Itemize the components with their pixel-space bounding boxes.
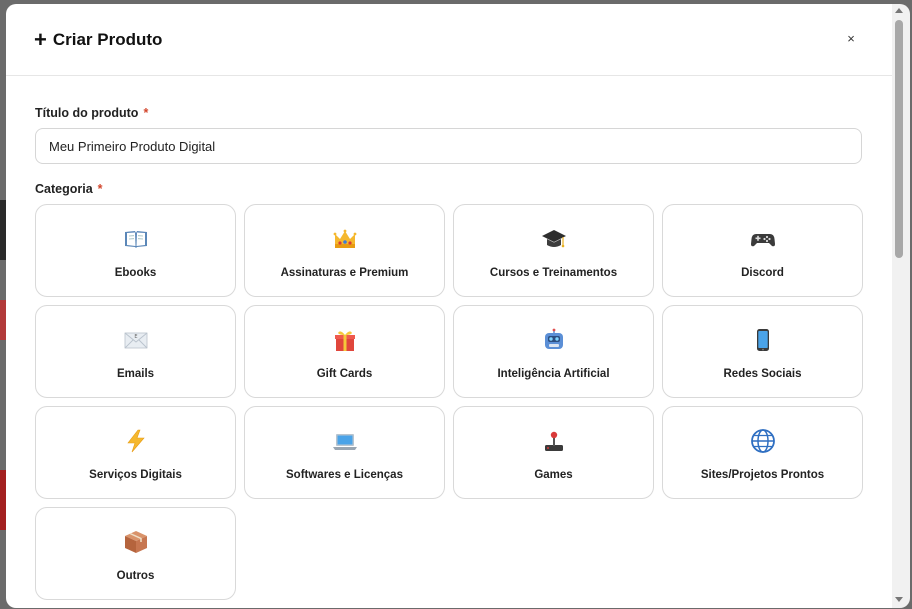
category-label: Softwares e Licenças [286, 469, 403, 481]
category-label: Serviços Digitais [89, 469, 182, 481]
robot-icon [540, 326, 568, 354]
category-card-ai[interactable]: Inteligência Artificial [453, 305, 654, 398]
category-label: Outros [116, 570, 155, 582]
category-label: Assinaturas e Premium [280, 267, 409, 279]
category-card-websites[interactable]: Sites/Projetos Prontos [662, 406, 863, 499]
category-label-text: Categoria [35, 182, 93, 196]
package-icon [122, 528, 150, 556]
create-product-modal: + Criar Produto × Título do produto * Cat… [6, 4, 892, 608]
globe-icon [749, 427, 777, 455]
scroll-down-arrow-icon[interactable] [895, 597, 903, 602]
category-label: Inteligência Artificial [497, 368, 610, 380]
required-marker: * [97, 182, 103, 196]
crown-icon [331, 225, 359, 253]
category-card-emails[interactable]: E Emails [35, 305, 236, 398]
category-card-gift-cards[interactable]: Gift Cards [244, 305, 445, 398]
category-label: Gift Cards [316, 368, 373, 380]
scroll-thumb[interactable] [895, 20, 903, 258]
laptop-icon [331, 427, 359, 455]
joystick-icon [540, 427, 568, 455]
category-card-ebooks[interactable]: Ebooks [35, 204, 236, 297]
category-label: Redes Sociais [723, 368, 802, 380]
product-title-input[interactable] [35, 128, 862, 164]
category-label: Ebooks [114, 267, 157, 279]
graduation-cap-icon [540, 225, 568, 253]
category-label: Emails [116, 368, 155, 380]
category-label: Discord [741, 267, 784, 279]
category-card-courses[interactable]: Cursos e Treinamentos [453, 204, 654, 297]
category-card-social-networks[interactable]: Redes Sociais [662, 305, 863, 398]
category-label: Cursos e Treinamentos [489, 267, 618, 279]
close-button[interactable]: × [844, 32, 858, 46]
plus-icon: + [34, 26, 47, 52]
gift-icon [331, 326, 359, 354]
envelope-icon: E [122, 326, 150, 354]
svg-text:E: E [134, 334, 137, 340]
modal-title: Criar Produto [52, 29, 163, 49]
required-marker: * [143, 106, 149, 120]
category-label: Categoria * [35, 182, 863, 196]
lightning-icon [122, 427, 150, 455]
modal-scrollbar[interactable] [892, 4, 910, 608]
modal-header: + Criar Produto × [6, 4, 892, 76]
phone-icon [749, 326, 777, 354]
gamepad-icon [749, 225, 777, 253]
category-grid: Ebooks Assinaturas e Premium Cursos e Tr… [35, 204, 863, 600]
product-title-label: Título do produto * [35, 106, 863, 120]
product-title-label-text: Título do produto [35, 106, 139, 120]
category-card-subscriptions[interactable]: Assinaturas e Premium [244, 204, 445, 297]
category-label: Games [534, 469, 573, 481]
category-card-software[interactable]: Softwares e Licenças [244, 406, 445, 499]
category-card-digital-services[interactable]: Serviços Digitais [35, 406, 236, 499]
category-card-others[interactable]: Outros [35, 507, 236, 600]
modal-body: Título do produto * Categoria * Ebooks Ass… [6, 76, 892, 600]
category-card-games[interactable]: Games [453, 406, 654, 499]
category-card-discord[interactable]: Discord [662, 204, 863, 297]
book-icon [122, 225, 150, 253]
category-label: Sites/Projetos Prontos [700, 469, 825, 481]
scroll-up-arrow-icon[interactable] [895, 8, 903, 13]
